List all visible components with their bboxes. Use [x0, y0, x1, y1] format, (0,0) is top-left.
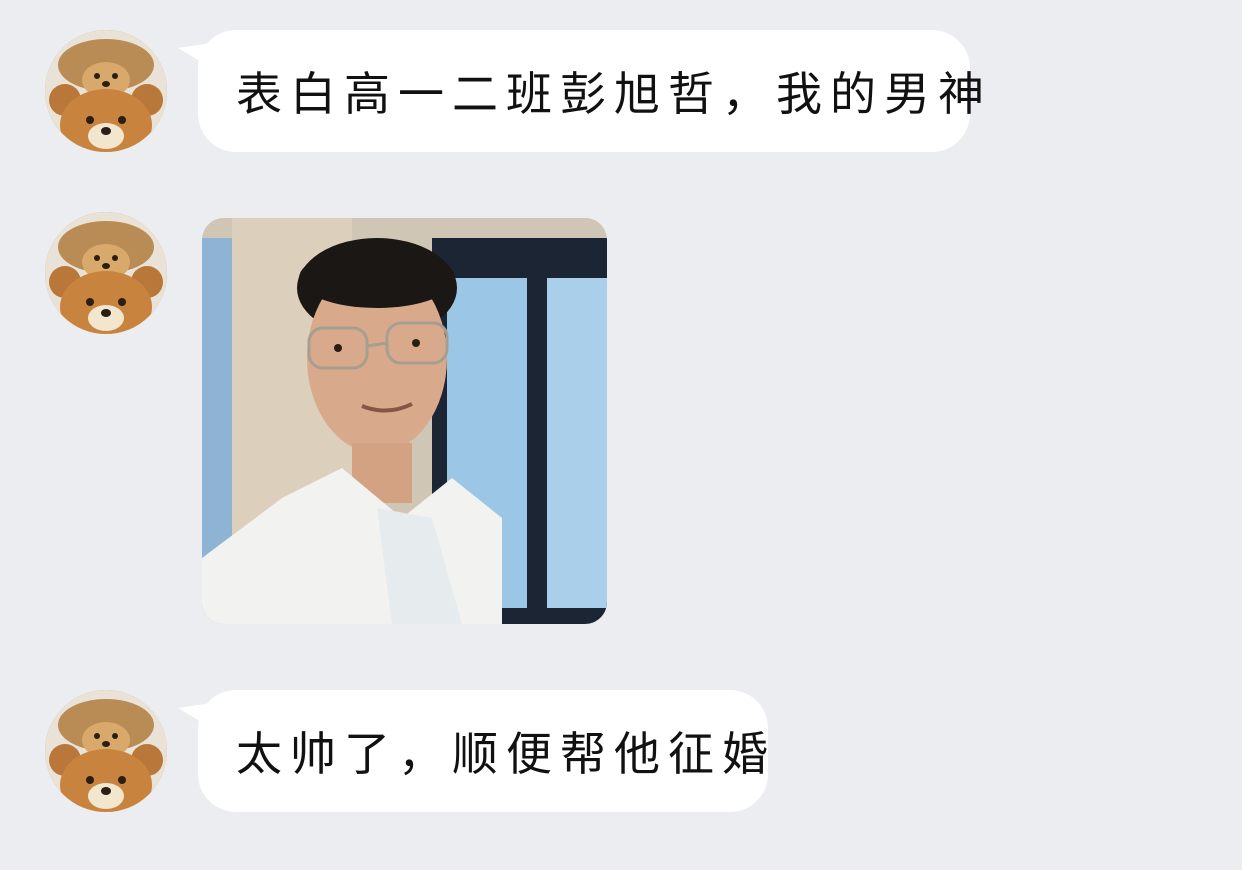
message-text-1: 表白高一二班彭旭哲，我的男神 — [236, 67, 992, 121]
avatar[interactable] — [45, 30, 167, 152]
avatar[interactable] — [45, 690, 167, 812]
bear-dog-avatar-image — [45, 30, 167, 152]
portrait-photo-image — [202, 218, 607, 624]
message-bubble-1[interactable]: 表白高一二班彭旭哲，我的男神 — [198, 30, 984, 152]
message-photo[interactable] — [202, 218, 607, 624]
message-text-3: 太帅了，顺便帮他征婚 — [236, 727, 776, 781]
message-bubble-3[interactable]: 太帅了，顺便帮他征婚 — [198, 690, 768, 812]
avatar[interactable] — [45, 212, 167, 334]
bear-dog-avatar-image — [45, 690, 167, 812]
bear-dog-avatar-image — [45, 212, 167, 334]
